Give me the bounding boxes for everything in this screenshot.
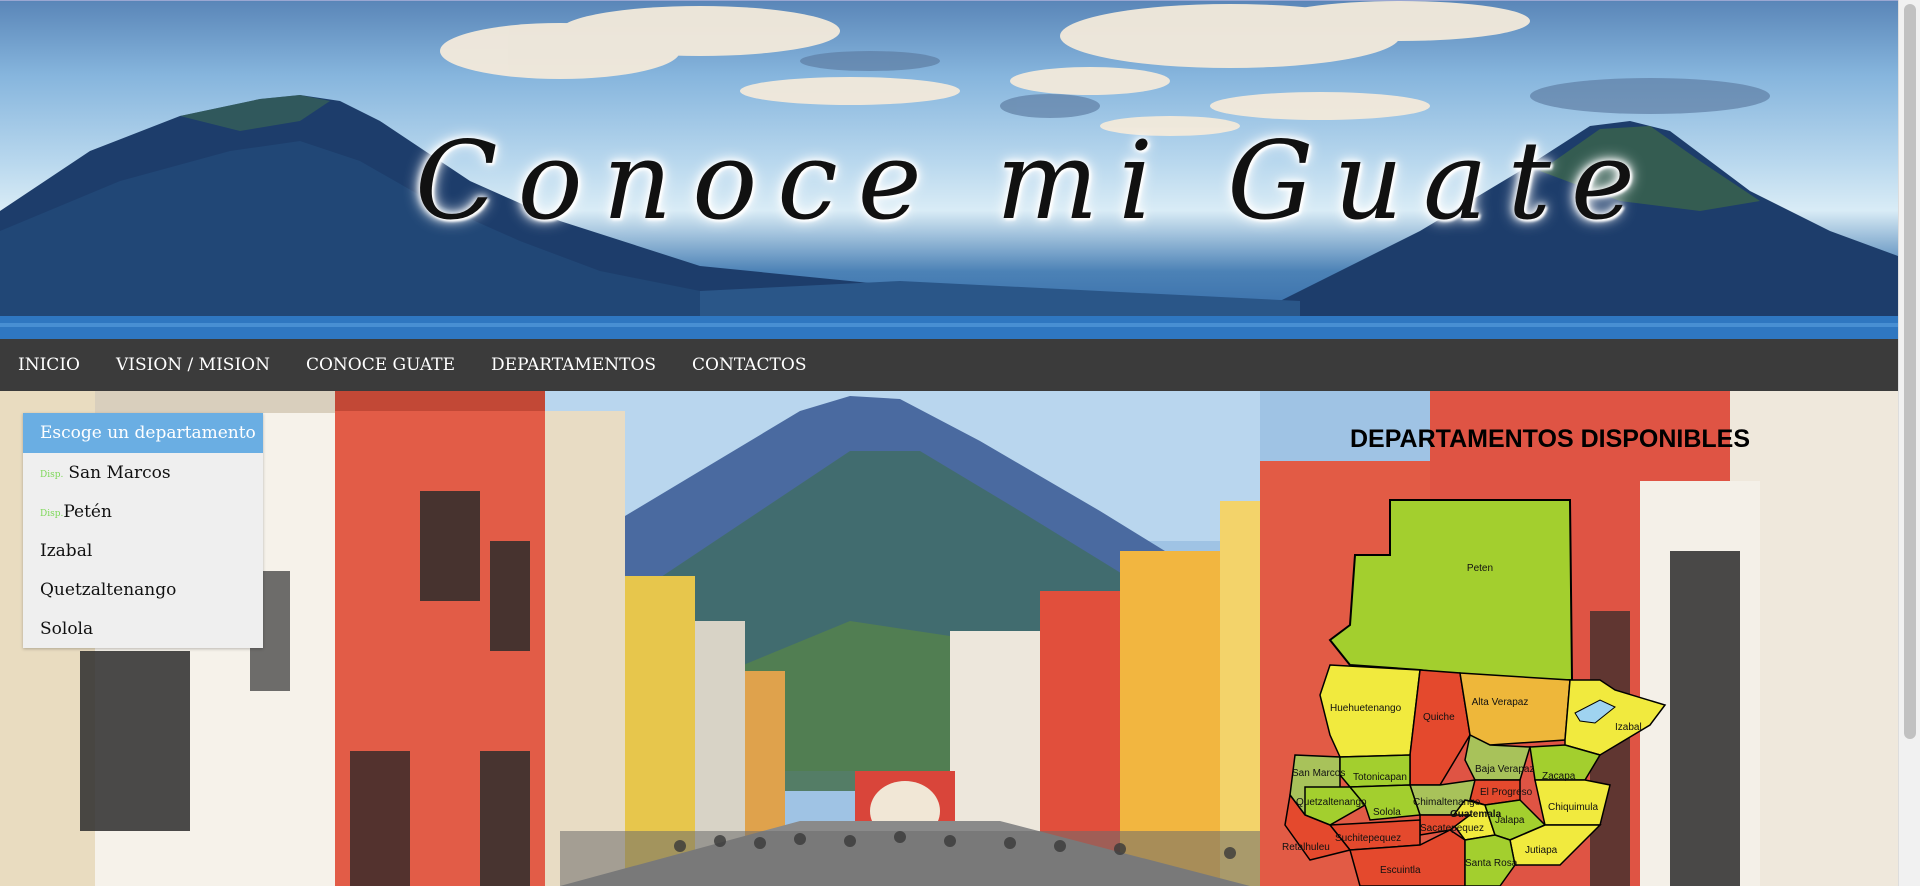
dept-item-label: San Marcos	[68, 462, 171, 483]
department-menu-header: Escoge un departamento	[23, 413, 263, 453]
map-label: Izabal	[1615, 722, 1642, 733]
map-label: Jalapa	[1495, 815, 1525, 826]
map-label: Totonicapan	[1353, 772, 1407, 783]
nav-contactos[interactable]: CONTACTOS	[692, 355, 806, 375]
map-label: Solola	[1373, 807, 1401, 818]
map-label: San Marcos	[1292, 768, 1345, 779]
header-banner: Conoce mi Guate	[0, 0, 1898, 339]
available-tag: Disp.	[40, 469, 64, 480]
nav-inicio[interactable]: INICIO	[18, 355, 80, 375]
guatemala-map-graphic: Peten Huehuetenango Quiche Alta Verapaz …	[1282, 499, 1667, 886]
nav-vision-mision[interactable]: VISION / MISION	[116, 355, 270, 375]
map-label: Escuintla	[1380, 865, 1421, 876]
dept-item-label: Petén	[63, 501, 112, 522]
map-label: Suchitepequez	[1335, 833, 1401, 844]
map-region-peten[interactable]	[1328, 499, 1574, 681]
map-label: Quetzaltenango	[1296, 797, 1367, 808]
map-label: Guatemala	[1450, 809, 1502, 820]
map-label: Huehuetenango	[1330, 703, 1402, 714]
map-label: Alta Verapaz	[1472, 697, 1529, 708]
dept-item-solola[interactable]: Solola	[23, 609, 263, 648]
map-label: Chimaltenango	[1413, 797, 1481, 808]
map-label: Jutiapa	[1525, 845, 1558, 856]
map-label: El Progreso	[1480, 787, 1533, 798]
available-tag: Disp.	[40, 508, 64, 519]
dept-item-izabal[interactable]: Izabal	[23, 531, 263, 570]
map-label: Zacapa	[1542, 771, 1576, 782]
map-label: Chiquimula	[1548, 802, 1598, 813]
map-label: Baja Verapaz	[1475, 764, 1535, 775]
map-label: Retalhuleu	[1282, 842, 1330, 853]
department-menu: Escoge un departamento Disp. San Marcos …	[23, 413, 263, 648]
map-label: Santa Rosa	[1465, 858, 1518, 869]
map-label: Sacatepequez	[1420, 823, 1484, 834]
dept-item-label: Solola	[40, 618, 94, 639]
dept-item-quetzaltenango[interactable]: Quetzaltenango	[23, 570, 263, 609]
banner-title: Conoce mi Guate	[415, 119, 1655, 244]
map-label: Quiche	[1423, 712, 1455, 723]
nav-departamentos[interactable]: DEPARTAMENTOS	[491, 355, 656, 375]
available-departments-title: DEPARTAMENTOS DISPONIBLES	[1350, 425, 1751, 453]
main-navigation: INICIO VISION / MISION CONOCE GUATE DEPA…	[0, 339, 1898, 391]
dept-item-san-marcos[interactable]: Disp. San Marcos	[23, 453, 263, 492]
map-label: Peten	[1467, 563, 1493, 574]
dept-item-peten[interactable]: Disp. Petén	[23, 492, 263, 531]
nav-conoce-guate[interactable]: CONOCE GUATE	[306, 355, 455, 375]
page-scrollbar[interactable]	[1898, 0, 1920, 886]
dept-item-label: Quetzaltenango	[40, 579, 177, 600]
scrollbar-thumb[interactable]	[1904, 4, 1916, 739]
map-region-alta-verapaz[interactable]	[1459, 672, 1571, 746]
dept-item-label: Izabal	[40, 540, 93, 561]
guatemala-map[interactable]: Peten Huehuetenango Quiche Alta Verapaz …	[1270, 495, 1670, 886]
map-region-quiche[interactable]	[1409, 669, 1471, 786]
